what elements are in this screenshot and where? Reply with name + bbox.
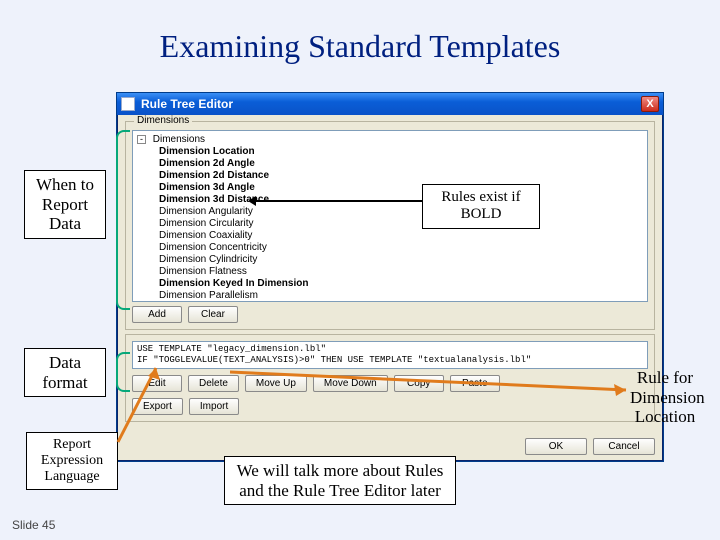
arrow-rel (112, 358, 172, 448)
arrow-bold-head (248, 196, 256, 206)
tree-item[interactable]: Dimension Location (159, 146, 643, 158)
rule-tree-editor-dialog: Rule Tree Editor X Dimensions - Dimensio… (116, 92, 664, 462)
slide-title: Examining Standard Templates (0, 28, 720, 65)
slide-number: Slide 45 (12, 518, 55, 532)
close-icon: X (646, 99, 653, 110)
app-icon (121, 97, 135, 111)
tree-buttons: Add Clear (132, 306, 648, 323)
callout-when-to-report: When to Report Data (24, 170, 106, 239)
tree-item[interactable]: Dimension Circularity (159, 218, 643, 230)
import-export-buttons: Export Import (132, 398, 648, 415)
tree-item[interactable]: Dimension Cylindricity (159, 254, 643, 266)
callout-rules-bold: Rules exist if BOLD (422, 184, 540, 229)
rule-line-1: USE TEMPLATE "legacy_dimension.lbl" (137, 344, 643, 355)
arrow-bold-line (254, 200, 422, 202)
callout-later: We will talk more about Rules and the Ru… (224, 456, 456, 505)
tree-item[interactable]: Dimension Concentricity (159, 242, 643, 254)
tree-item[interactable]: Dimension Keyed In Dimension (159, 278, 643, 290)
callout-rel: Report Expression Language (26, 432, 118, 490)
titlebar: Rule Tree Editor X (117, 93, 663, 115)
tree-item[interactable]: Dimension 2d Angle (159, 158, 643, 170)
tree-root-label: Dimensions (153, 134, 205, 145)
tree-item[interactable]: Dimension Flatness (159, 266, 643, 278)
dimensions-group: Dimensions - Dimensions Dimension Locati… (125, 121, 655, 330)
cancel-button[interactable]: Cancel (593, 438, 655, 455)
tree-root[interactable]: - Dimensions (137, 134, 643, 146)
add-button[interactable]: Add (132, 306, 182, 323)
import-button[interactable]: Import (189, 398, 239, 415)
dialog-title: Rule Tree Editor (141, 97, 641, 111)
bracket-tree (116, 130, 130, 310)
tree-item[interactable]: Dimension Coaxiality (159, 230, 643, 242)
collapse-icon[interactable]: - (137, 135, 146, 144)
tree-item[interactable]: Dimension 2d Distance (159, 170, 643, 182)
callout-data-format: Data format (24, 348, 106, 397)
dimensions-tree[interactable]: - Dimensions Dimension LocationDimension… (132, 130, 648, 302)
ok-button[interactable]: OK (525, 438, 587, 455)
arrow-rule-for (230, 360, 630, 400)
tree-item[interactable]: Dimension Parallelism (159, 290, 643, 302)
tree-item[interactable]: Dimension Angularity (159, 206, 643, 218)
clear-button[interactable]: Clear (188, 306, 238, 323)
group-label-dimensions: Dimensions (134, 115, 192, 126)
callout-rule-for: Rule for Dimension Location (622, 364, 708, 431)
close-button[interactable]: X (641, 96, 659, 112)
tree-item[interactable]: Dimension 3d Angle (159, 182, 643, 194)
